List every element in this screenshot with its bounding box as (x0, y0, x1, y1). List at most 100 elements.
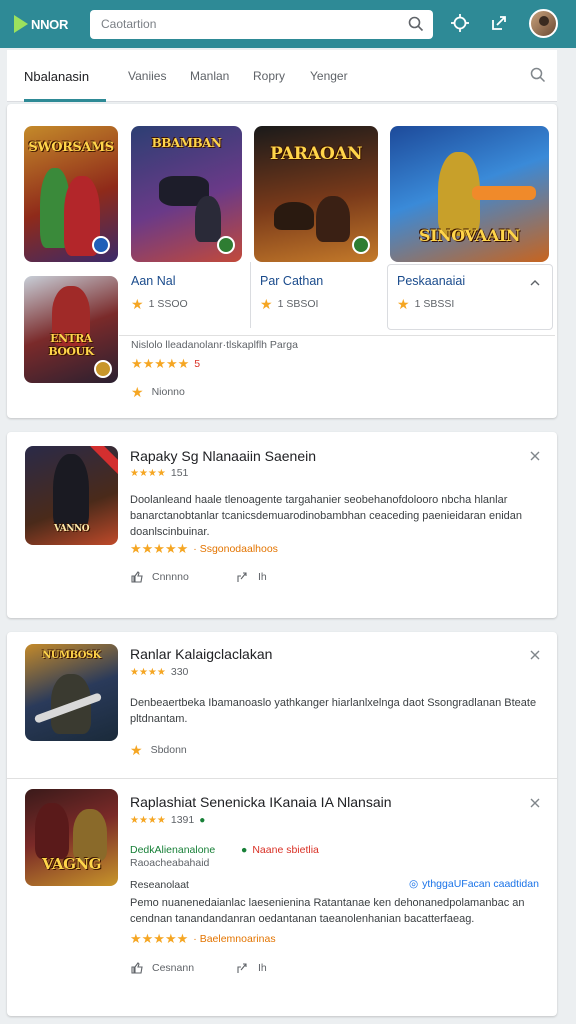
app-card: VANNO Rapaky Sg Nlanaaiin Saenein ★★★★ 1… (7, 432, 557, 618)
rating-count: 151 (170, 467, 189, 479)
share-icon (237, 572, 247, 582)
close-icon[interactable] (528, 648, 542, 662)
action-label: Cnnnno (152, 571, 189, 583)
game-thumbnail[interactable]: PARAOAN (254, 126, 378, 262)
like-button[interactable]: Cnnnno (130, 570, 189, 584)
divider (7, 778, 557, 779)
app-meta: · Baelemnoarinas (193, 933, 276, 945)
stars-icon: ★★★★ (130, 467, 166, 479)
avatar[interactable] (529, 9, 558, 38)
stars-icon: ★★★★ (130, 814, 166, 826)
star-icon: ★ (131, 296, 144, 312)
verified-icon: ● (241, 844, 248, 856)
app-title[interactable]: Raplashiat Senenicka IKanaia IA Nlansain (130, 794, 392, 810)
search-input[interactable]: Caotartion (90, 10, 433, 39)
rating-count: 1 SBSSI (414, 298, 455, 310)
section-subhead: Reseanolaat (130, 879, 189, 891)
thumbnail-art-text: PARAOAN (269, 144, 363, 164)
app-description: Doolanleand haale tlenoagente targahanie… (130, 494, 523, 538)
action-label: Sbdonn (150, 744, 187, 756)
app-description: Pemo nuanenedaianlac laesenienina Ratant… (130, 897, 525, 925)
search-icon[interactable] (407, 15, 425, 33)
link-label: ythggaUFacan caadtidan (422, 878, 539, 890)
app-title[interactable]: Rapaky Sg Nlanaaiin Saenein (130, 448, 316, 464)
tab-4[interactable]: Yenger (310, 69, 348, 83)
game-thumbnail[interactable]: ENTRA BOOUK (24, 276, 118, 383)
play-badge-icon (352, 236, 370, 254)
rating-count: 1 SBSOI (277, 298, 319, 310)
target-icon[interactable] (449, 12, 471, 34)
app-tag: Raoacheabahaid (130, 857, 210, 869)
rating-count: 330 (170, 666, 189, 678)
app-rating: ★★★★ 1391 ● (130, 814, 205, 826)
app-title[interactable]: Ranlar Kalaigclaclakan (130, 646, 272, 662)
play-badge-icon (92, 236, 110, 254)
share-icon[interactable] (488, 12, 510, 34)
tab-3[interactable]: Ropry (253, 69, 285, 83)
app-badge: ● Naane sbietlia (241, 844, 319, 856)
badge-label: Naane sbietlia (252, 844, 319, 856)
rating-count: 1 SSOO (148, 298, 188, 310)
close-icon[interactable] (528, 796, 542, 810)
logo-play-icon (14, 15, 28, 33)
game-thumbnail[interactable]: VAGNG (25, 789, 118, 886)
action-label: Nionno (151, 386, 185, 398)
action-label: Cesnann (152, 962, 195, 974)
mini-card-title[interactable]: Aan Nal (131, 274, 175, 288)
stars-icon: ★★★★★ (131, 356, 190, 371)
star-icon: ★ (260, 296, 273, 312)
coin-badge-icon (94, 360, 112, 378)
game-thumbnail[interactable]: VANNO (25, 446, 118, 545)
ribbon (90, 446, 118, 475)
app-description: Denbeaertbeka Ibamanoaslo yathkanger hia… (130, 697, 537, 725)
close-icon[interactable] (528, 449, 542, 463)
thumb-up-icon (131, 962, 143, 974)
divider (250, 262, 251, 328)
thumbnail-art-text: ENTRA BOOUK (48, 332, 94, 358)
game-thumbnail[interactable]: BBAMBAN (131, 126, 242, 262)
mini-card-rating: ★ 1 SBSSI (397, 297, 454, 311)
mini-card-title[interactable]: Peskaanaiai (397, 274, 465, 288)
app-rating-line: ★★★★★ · Baelemnoarinas (130, 931, 276, 947)
stars-icon: ★★★★ (130, 666, 166, 678)
rating-count: 5 (194, 358, 201, 370)
rating-count: 1391 (170, 814, 195, 826)
app-rating-line: ★★★★★ · Ssgonodaalhoos (130, 541, 278, 557)
like-button[interactable]: Cesnann (130, 961, 194, 975)
search-placeholder: Caotartion (101, 17, 157, 31)
search-icon[interactable] (529, 66, 547, 84)
thumbnail-art-text: SWORSAMS (28, 140, 114, 155)
mini-card-rating: ★ 1 SSOO (131, 297, 188, 311)
app-link[interactable]: ◎ ythggaUFacan caadtidan (409, 878, 539, 890)
share-icon (237, 963, 247, 973)
favorite-button[interactable]: ★ Sbdonn (130, 743, 187, 757)
tab-1[interactable]: Vaniies (128, 69, 166, 83)
top-bar: NNOR Caotartion (0, 0, 576, 48)
star-icon: ★ (130, 742, 143, 758)
game-thumbnail[interactable]: SWORSAMS (24, 126, 118, 262)
active-tab-indicator (24, 99, 106, 102)
stars-icon: ★★★★★ (130, 931, 189, 946)
tab-bar: Nbalanasin Vaniies Manlan Ropry Yenger (7, 50, 557, 102)
game-thumbnail[interactable]: NUMBOSK (25, 644, 118, 741)
app-card: NUMBOSK Ranlar Kalaigclaclakan ★★★★ 330 … (7, 632, 557, 1016)
featured-extra-text: Nislolo lleadanolanr·tlskaplflh Parga (131, 339, 298, 351)
app-rating: ★★★★ 330 (130, 666, 188, 678)
featured-extra-action[interactable]: ★ Nionno (131, 385, 185, 399)
mini-card-rating: ★ 1 SBSOI (260, 297, 318, 311)
tab-2[interactable]: Manlan (190, 69, 229, 83)
share-button[interactable]: Ih (236, 961, 267, 975)
logo-text: NNOR (31, 16, 69, 32)
mini-card-title[interactable]: Par Cathan (260, 274, 323, 288)
app-logo[interactable]: NNOR (14, 13, 84, 35)
share-button[interactable]: Ih (236, 570, 267, 584)
thumb-up-icon (131, 571, 143, 583)
tab-0[interactable]: Nbalanasin (24, 69, 89, 84)
game-thumbnail[interactable]: SINOVAAIN (390, 126, 549, 262)
app-rating: ★★★★ 151 (130, 467, 188, 479)
chevron-up-icon[interactable] (528, 276, 542, 290)
thumbnail-art-text: SINOVAAIN (419, 226, 520, 245)
star-icon: ★ (397, 296, 410, 312)
featured-card: SWORSAMS BBAMBAN PARAOAN SINOVAAIN ENTRA… (7, 104, 557, 418)
action-label: Ih (258, 962, 267, 974)
